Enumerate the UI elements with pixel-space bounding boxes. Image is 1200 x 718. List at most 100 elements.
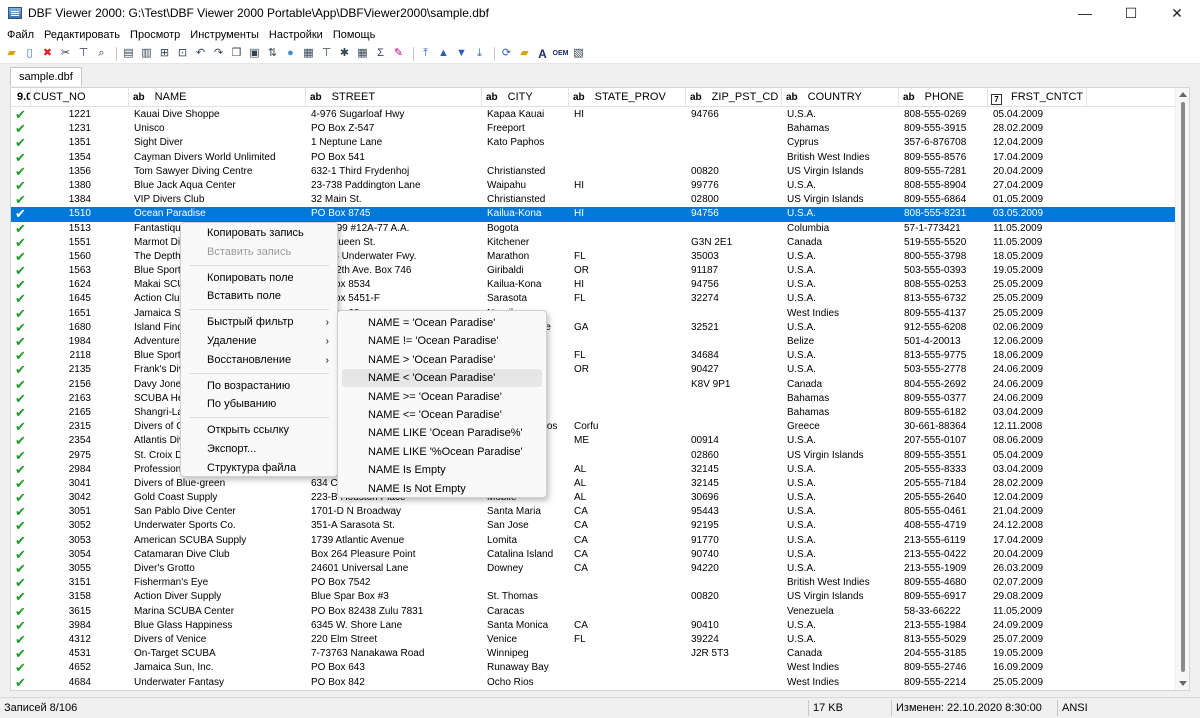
print-icon[interactable]: ▤ — [121, 46, 136, 61]
table-row[interactable]: ✔ 3158 Action Diver Supply Blue Spar Box #3… — [11, 590, 1176, 604]
table-cell-city[interactable]: Kitchener — [487, 236, 568, 250]
table-cell-name[interactable]: Kauai Dive Shoppe — [134, 108, 305, 122]
table-cell-cust-no[interactable]: 3151 — [31, 576, 91, 590]
table-cell-country[interactable]: Canada — [787, 647, 898, 661]
table-cell-frst-cntct[interactable]: 11.05.2009 — [993, 222, 1086, 236]
table-cell-frst-cntct[interactable]: 17.04.2009 — [993, 534, 1086, 548]
table-cell-frst-cntct[interactable]: 19.05.2009 — [993, 647, 1086, 661]
table-cell-city[interactable]: Giribaldi — [487, 264, 568, 278]
table-cell-zip-pst-cd[interactable]: 32145 — [691, 477, 781, 491]
table-cell-state-prov[interactable] — [574, 335, 685, 349]
menu-help[interactable]: Помощь — [328, 27, 381, 43]
table-cell-phone[interactable]: 800-555-3798 — [904, 250, 987, 264]
table-cell-frst-cntct[interactable]: 18.05.2009 — [993, 250, 1086, 264]
table-cell-frst-cntct[interactable]: 25.05.2009 — [993, 307, 1086, 321]
table-cell-cust-no[interactable]: 4684 — [31, 676, 91, 690]
table-row[interactable]: ✔ 3051 San Pablo Dive Center 1701-D N Broad… — [11, 505, 1176, 519]
table-row[interactable]: ✔ 4684 Underwater Fantasy PO Box 842 Ocho Ri… — [11, 675, 1176, 690]
column-header-city[interactable]: ab CITY — [482, 88, 569, 107]
table-cell-country[interactable]: U.S.A. — [787, 548, 898, 562]
table-cell-country[interactable]: Canada — [787, 236, 898, 250]
last-record-icon[interactable]: ⤓ — [472, 46, 487, 61]
table-row[interactable]: ✔ 1231 Unisco PO Box Z-547 Freeport Bahamas 80… — [11, 122, 1176, 136]
table-cell-zip-pst-cd[interactable]: 94756 — [691, 207, 781, 221]
filter-icon[interactable]: ⊤ — [76, 46, 91, 61]
table-cell-street[interactable]: 220 Elm Street — [311, 633, 481, 647]
quick-filter-option[interactable]: NAME LIKE 'Ocean Paradise%' — [342, 424, 542, 442]
menu-settings[interactable]: Настройки — [264, 27, 328, 43]
table-cell-state-prov[interactable]: CA — [574, 505, 685, 519]
table-cell-state-prov[interactable] — [574, 136, 685, 150]
table-cell-frst-cntct[interactable]: 05.04.2009 — [993, 108, 1086, 122]
table-cell-country[interactable]: U.S.A. — [787, 534, 898, 548]
table-cell-country[interactable]: U.S.A. — [787, 250, 898, 264]
table-cell-zip-pst-cd[interactable]: 00820 — [691, 165, 781, 179]
table-cell-name[interactable]: VIP Divers Club — [134, 193, 305, 207]
goto-icon[interactable]: ⊡ — [175, 46, 190, 61]
columns-icon[interactable]: ▦ — [301, 46, 316, 61]
table-cell-phone[interactable]: 809-555-4680 — [904, 576, 987, 590]
table-cell-state-prov[interactable]: GA — [574, 321, 685, 335]
table-cell-frst-cntct[interactable]: 24.06.2009 — [993, 378, 1086, 392]
table-cell-zip-pst-cd[interactable] — [691, 420, 781, 434]
table-cell-zip-pst-cd[interactable] — [691, 406, 781, 420]
table-cell-state-prov[interactable]: AL — [574, 463, 685, 477]
table-cell-state-prov[interactable]: CA — [574, 562, 685, 576]
table-cell-cust-no[interactable]: 2315 — [31, 420, 91, 434]
table-cell-cust-no[interactable]: 1560 — [31, 250, 91, 264]
table-cell-cust-no[interactable]: 1551 — [31, 236, 91, 250]
sum-icon[interactable]: Σ — [373, 46, 388, 61]
table-cell-state-prov[interactable]: CA — [574, 519, 685, 533]
table-cell-country[interactable]: Columbia — [787, 222, 898, 236]
table-cell-country[interactable]: West Indies — [787, 661, 898, 675]
table-cell-name[interactable]: Fisherman's Eye — [134, 576, 305, 590]
table-cell-country[interactable]: British West Indies — [787, 576, 898, 590]
quick-filter-option[interactable]: NAME < 'Ocean Paradise' — [342, 369, 542, 388]
table-cell-state-prov[interactable]: HI — [574, 108, 685, 122]
table-cell-cust-no[interactable]: 2156 — [31, 378, 91, 392]
table-cell-frst-cntct[interactable]: 24.09.2009 — [993, 619, 1086, 633]
column-header-phone[interactable]: ab PHONE — [899, 88, 988, 107]
table-cell-phone[interactable]: 58-33-66222 — [904, 605, 987, 619]
table-cell-city[interactable]: Caracas — [487, 605, 568, 619]
delete-icon[interactable]: ✖ — [40, 46, 55, 61]
table-cell-name[interactable]: Divers of Blue-green — [134, 477, 305, 491]
refresh-icon[interactable]: ⟳ — [499, 46, 514, 61]
table-cell-phone[interactable]: 809-555-6917 — [904, 590, 987, 604]
table-cell-name[interactable]: Ocean Paradise — [134, 207, 305, 221]
codepage-icon[interactable]: OEM — [553, 46, 569, 61]
table-cell-city[interactable]: Bogota — [487, 222, 568, 236]
table-cell-phone[interactable]: 204-555-3185 — [904, 647, 987, 661]
table-row[interactable]: ✔ 1351 Sight Diver 1 Neptune Lane Kato Papho… — [11, 136, 1176, 150]
table-cell-name[interactable]: Diver's Grotto — [134, 562, 305, 576]
context-menu-item[interactable]: Открыть ссылку — [181, 421, 337, 440]
table-cell-frst-cntct[interactable]: 28.02.2009 — [993, 477, 1086, 491]
find-replace-icon[interactable]: ⊞ — [157, 46, 172, 61]
table-cell-street[interactable]: 1 Neptune Lane — [311, 136, 481, 150]
table-cell-street[interactable]: 23-738 Paddington Lane — [311, 179, 481, 193]
table-cell-street[interactable]: 1701-D N Broadway — [311, 505, 481, 519]
table-cell-zip-pst-cd[interactable]: K8V 9P1 — [691, 378, 781, 392]
table-cell-state-prov[interactable] — [574, 605, 685, 619]
close-button[interactable]: ✕ — [1154, 0, 1200, 26]
table-cell-frst-cntct[interactable]: 24.06.2009 — [993, 363, 1086, 377]
table-cell-state-prov[interactable] — [574, 392, 685, 406]
table-cell-street[interactable]: PO Box 82438 Zulu 7831 — [311, 605, 481, 619]
table-cell-phone[interactable]: 213-555-6119 — [904, 534, 987, 548]
row-number-header[interactable]: 9.0 — [11, 88, 31, 107]
table-cell-phone[interactable]: 213-555-0422 — [904, 548, 987, 562]
table-cell-phone[interactable]: 809-555-4137 — [904, 307, 987, 321]
table-cell-country[interactable]: U.S.A. — [787, 505, 898, 519]
table-cell-frst-cntct[interactable]: 12.04.2009 — [993, 136, 1086, 150]
table-cell-frst-cntct[interactable]: 29.08.2009 — [993, 590, 1086, 604]
table-cell-country[interactable]: U.S.A. — [787, 179, 898, 193]
table-cell-city[interactable]: Kapaa Kauai — [487, 108, 568, 122]
table-cell-zip-pst-cd[interactable]: 90740 — [691, 548, 781, 562]
table-cell-frst-cntct[interactable]: 26.03.2009 — [993, 562, 1086, 576]
table-cell-street[interactable]: 4-976 Sugarloaf Hwy — [311, 108, 481, 122]
sort-icon[interactable]: ⇅ — [265, 46, 280, 61]
table-cell-phone[interactable]: 809-555-3551 — [904, 449, 987, 463]
table-cell-phone[interactable]: 501-4-20013 — [904, 335, 987, 349]
table-cell-frst-cntct[interactable]: 24.12.2008 — [993, 519, 1086, 533]
table-cell-cust-no[interactable]: 1513 — [31, 222, 91, 236]
